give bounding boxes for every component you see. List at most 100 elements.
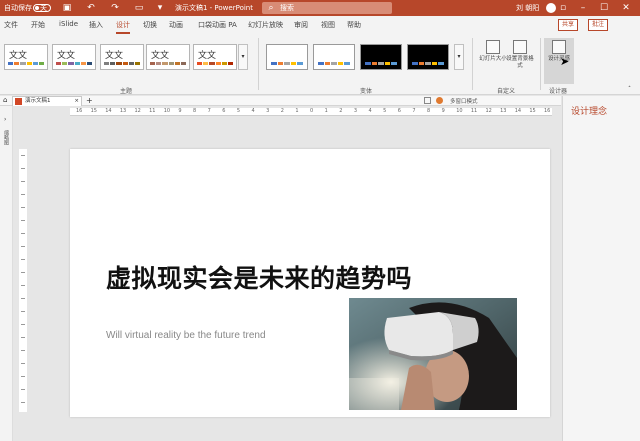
slide-title[interactable]: 虚拟现实会是未来的趋势吗 [106, 259, 412, 295]
variant-thumbnail[interactable] [407, 44, 449, 70]
ruler-tick-label: 6 [222, 108, 226, 114]
tab-file[interactable]: 文件 [4, 20, 18, 30]
themes-more-button[interactable]: ▾ [238, 44, 248, 70]
close-icon[interactable]: ✕ [619, 2, 633, 14]
variants-more-button[interactable]: ▾ [454, 44, 464, 70]
ruler-tick [21, 324, 25, 325]
tab-insert[interactable]: 插入 [89, 20, 103, 30]
slide-size-button[interactable]: 幻灯片大小 [478, 38, 508, 63]
format-background-icon [513, 40, 527, 54]
tab-islide[interactable]: iSlide [59, 20, 78, 28]
settings-icon[interactable] [436, 97, 443, 104]
divider [472, 38, 473, 90]
avatar[interactable] [546, 3, 556, 13]
ruler-tick [21, 181, 25, 182]
ruler-tick-label: 11 [470, 108, 478, 114]
theme-thumbnail[interactable]: 文文 [146, 44, 190, 70]
multi-window-mode[interactable]: 多窗口模式 [450, 97, 478, 105]
format-background-button[interactable]: 设置背景格式 [505, 38, 535, 70]
collapse-ribbon-icon[interactable]: ˆ [628, 86, 631, 93]
tab-home[interactable]: 开始 [31, 20, 45, 30]
theme-color-swatches [56, 62, 93, 65]
ruler-tick [21, 298, 25, 299]
theme-color-swatches [197, 62, 234, 65]
ruler-tick [21, 389, 25, 390]
theme-color-swatches [150, 62, 187, 65]
tab-help[interactable]: 帮助 [347, 20, 361, 30]
variants-group-label: 变体 [360, 88, 373, 95]
maximize-icon[interactable]: ☐ [597, 2, 611, 14]
autosave-toggle[interactable]: 关 [33, 4, 51, 12]
theme-thumbnail[interactable]: 文文 [52, 44, 96, 70]
tab-design[interactable]: 设计 [116, 20, 130, 34]
ruler-tick [21, 168, 25, 169]
ruler-tick-label: 4 [368, 108, 372, 114]
document-title: 演示文稿1 - PowerPoint [175, 4, 253, 12]
document-tab-strip: ⌂ 演示文稿1 × + 多窗口模式 [0, 96, 561, 106]
share-button[interactable]: 共享 [558, 19, 579, 31]
expand-pane-icon[interactable]: › [4, 116, 6, 123]
ruler-tick-label: 16 [76, 108, 83, 114]
variant-color-swatches [271, 62, 303, 65]
tab-animations[interactable]: 动画 [169, 20, 183, 30]
comment-label: 批注 [592, 21, 605, 28]
ruler-tick-label: 10 [163, 108, 171, 114]
search-placeholder: 搜索 [280, 4, 294, 12]
tab-slideshow[interactable]: 幻灯片放映 [248, 20, 283, 30]
ruler-tick [21, 207, 25, 208]
redo-icon[interactable]: ↷ [110, 3, 120, 13]
theme-thumbnail[interactable]: 文文 [193, 44, 237, 70]
ruler-tick [21, 272, 25, 273]
ruler-tick-label: 1 [295, 108, 299, 114]
document-tab[interactable]: 演示文稿1 × [12, 96, 82, 106]
minimize-icon[interactable]: – [576, 2, 590, 14]
ruler-tick [21, 233, 25, 234]
variant-color-swatches [318, 62, 350, 65]
undo-icon[interactable]: ↶ [86, 3, 96, 13]
slide-subtitle[interactable]: Will virtual reality be the future trend [106, 330, 266, 341]
customize-group-label: 自定义 [497, 88, 516, 95]
variant-thumbnail[interactable] [360, 44, 402, 70]
search-icon: ⌕ [268, 3, 274, 13]
present-icon[interactable]: ▭ [134, 3, 144, 13]
home-icon[interactable]: ⌂ [3, 96, 7, 104]
customize-qat-icon[interactable]: ▾ [155, 3, 165, 13]
theme-label: 文文 [151, 51, 170, 61]
new-tab-icon[interactable]: + [86, 96, 93, 105]
ruler-tick-label: 13 [119, 108, 127, 114]
tab-pocket-animation[interactable]: 口袋动画 PA [198, 20, 237, 30]
ruler-tick-label: 12 [485, 108, 492, 114]
design-ideas-button[interactable]: 设计灵感 [544, 38, 574, 84]
user-name[interactable]: 刘 朝阳 [516, 3, 539, 13]
ribbon-display-icon[interactable]: ▫ [556, 2, 570, 14]
ruler-tick [21, 259, 25, 260]
ruler-tick-label: 3 [266, 108, 270, 114]
zoom-icon[interactable] [424, 97, 431, 104]
vr-headset-photo[interactable] [349, 298, 517, 410]
variant-color-swatches [412, 62, 444, 65]
search-box[interactable]: ⌕ 搜索 [262, 2, 392, 14]
variant-thumbnail[interactable] [313, 44, 355, 70]
ruler-tick-label: 7 [412, 108, 416, 114]
slide-size-label: 幻灯片大小 [479, 56, 507, 62]
tab-view[interactable]: 视图 [321, 20, 335, 30]
close-tab-icon[interactable]: × [74, 97, 79, 106]
tab-review[interactable]: 审阅 [294, 20, 308, 30]
mouse-cursor-icon: ➤ [560, 55, 570, 68]
theme-label: 文文 [198, 51, 217, 61]
save-icon[interactable]: ▣ [62, 3, 72, 13]
comment-button[interactable]: 批注 [588, 19, 609, 31]
menu-bar: 文件 开始 iSlide 插入 设计 切换 动画 口袋动画 PA 幻灯片放映 审… [0, 16, 640, 34]
theme-thumbnail[interactable]: 文文 [100, 44, 144, 70]
design-ideas-pane: 设计理念 [562, 96, 640, 441]
theme-thumbnail[interactable]: 文文 [4, 44, 48, 70]
slide-canvas[interactable]: 虚拟现实会是未来的趋势吗 Will virtual reality be the… [70, 149, 550, 417]
variant-thumbnail[interactable] [266, 44, 308, 70]
ribbon: 文文 文文 文文 文文 文文 ▾ 主题 ▾ 变体 幻灯片大小 设置背景格式 自定义 设计… [0, 34, 640, 95]
ruler-tick-label: 14 [105, 108, 112, 114]
theme-label: 文文 [57, 51, 76, 61]
ruler-tick-label: 2 [339, 108, 343, 114]
tab-transitions[interactable]: 切换 [143, 20, 157, 30]
ruler-tick [21, 194, 25, 195]
ruler-tick-label: 10 [456, 108, 463, 114]
